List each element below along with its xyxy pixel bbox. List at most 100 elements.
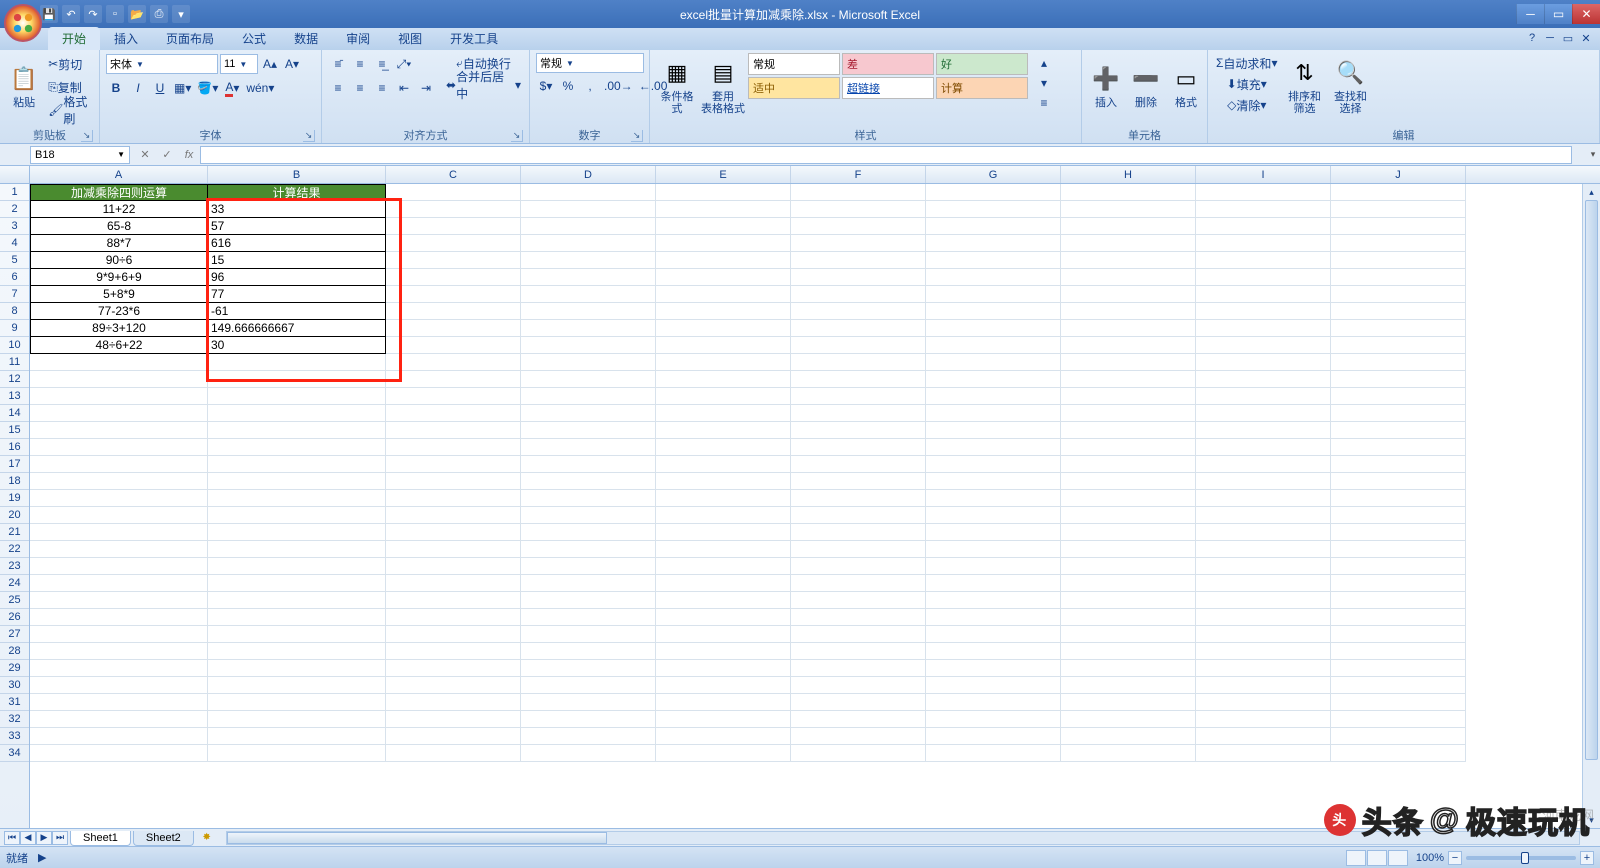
page-layout-view-button[interactable] [1367, 850, 1387, 866]
cell-D26[interactable] [521, 609, 656, 626]
format-cells-button[interactable]: ▭格式 [1168, 53, 1204, 119]
col-header-D[interactable]: D [521, 166, 656, 183]
row-header-30[interactable]: 30 [0, 677, 29, 694]
cell-J29[interactable] [1331, 660, 1466, 677]
cell-A34[interactable] [30, 745, 208, 762]
row-header-16[interactable]: 16 [0, 439, 29, 456]
cell-A29[interactable] [30, 660, 208, 677]
cell-I16[interactable] [1196, 439, 1331, 456]
data-cell-A2[interactable]: 11+22 [30, 201, 208, 218]
cell-A24[interactable] [30, 575, 208, 592]
cells-area[interactable]: 加减乘除四则运算计算结果11+223365-85788*761690÷6159*… [30, 184, 1600, 828]
cell-E2[interactable] [656, 201, 791, 218]
cell-H28[interactable] [1061, 643, 1196, 660]
row-header-8[interactable]: 8 [0, 303, 29, 320]
cell-I15[interactable] [1196, 422, 1331, 439]
cell-A20[interactable] [30, 507, 208, 524]
cell-I6[interactable] [1196, 269, 1331, 286]
header-cell-A[interactable]: 加减乘除四则运算 [30, 184, 208, 201]
cell-J4[interactable] [1331, 235, 1466, 252]
new-sheet-button[interactable]: ✸ [196, 831, 218, 845]
cell-B14[interactable] [208, 405, 386, 422]
cell-F19[interactable] [791, 490, 926, 507]
cell-E15[interactable] [656, 422, 791, 439]
cell-J33[interactable] [1331, 728, 1466, 745]
cell-F2[interactable] [791, 201, 926, 218]
cell-D14[interactable] [521, 405, 656, 422]
cell-B24[interactable] [208, 575, 386, 592]
col-header-J[interactable]: J [1331, 166, 1466, 183]
cell-G1[interactable] [926, 184, 1061, 201]
cell-E17[interactable] [656, 456, 791, 473]
indent-inc-button[interactable]: ⇥ [416, 78, 436, 98]
cell-J10[interactable] [1331, 337, 1466, 354]
cell-H6[interactable] [1061, 269, 1196, 286]
cell-J17[interactable] [1331, 456, 1466, 473]
fill-button[interactable]: ⬇ 填充▾ [1214, 74, 1279, 94]
ribbon-tab-2[interactable]: 页面布局 [152, 27, 228, 50]
cell-C25[interactable] [386, 592, 521, 609]
cell-G8[interactable] [926, 303, 1061, 320]
cell-H17[interactable] [1061, 456, 1196, 473]
cell-style-4[interactable]: 超链接 [842, 77, 934, 99]
row-header-22[interactable]: 22 [0, 541, 29, 558]
cell-D4[interactable] [521, 235, 656, 252]
cell-I10[interactable] [1196, 337, 1331, 354]
cell-C33[interactable] [386, 728, 521, 745]
row-header-7[interactable]: 7 [0, 286, 29, 303]
cell-A23[interactable] [30, 558, 208, 575]
row-header-24[interactable]: 24 [0, 575, 29, 592]
cell-G26[interactable] [926, 609, 1061, 626]
cell-D22[interactable] [521, 541, 656, 558]
cell-E21[interactable] [656, 524, 791, 541]
phonetic-button[interactable]: wén▾ [244, 78, 276, 98]
row-header-12[interactable]: 12 [0, 371, 29, 388]
cell-G19[interactable] [926, 490, 1061, 507]
cell-H13[interactable] [1061, 388, 1196, 405]
cell-H18[interactable] [1061, 473, 1196, 490]
cell-C7[interactable] [386, 286, 521, 303]
cell-C19[interactable] [386, 490, 521, 507]
cell-C12[interactable] [386, 371, 521, 388]
cell-J31[interactable] [1331, 694, 1466, 711]
cell-G9[interactable] [926, 320, 1061, 337]
row-header-19[interactable]: 19 [0, 490, 29, 507]
cell-I32[interactable] [1196, 711, 1331, 728]
cell-J24[interactable] [1331, 575, 1466, 592]
cell-D18[interactable] [521, 473, 656, 490]
cell-A14[interactable] [30, 405, 208, 422]
cell-C10[interactable] [386, 337, 521, 354]
cell-style-2[interactable]: 好 [936, 53, 1028, 75]
paste-button[interactable]: 📋 粘贴 [6, 53, 42, 119]
cell-J7[interactable] [1331, 286, 1466, 303]
select-all-corner[interactable] [0, 166, 30, 183]
cell-J28[interactable] [1331, 643, 1466, 660]
cell-J15[interactable] [1331, 422, 1466, 439]
cell-E11[interactable] [656, 354, 791, 371]
cell-I14[interactable] [1196, 405, 1331, 422]
cell-F30[interactable] [791, 677, 926, 694]
cell-F29[interactable] [791, 660, 926, 677]
styles-more-icon[interactable]: ≡ [1034, 93, 1054, 113]
cell-A21[interactable] [30, 524, 208, 541]
row-header-27[interactable]: 27 [0, 626, 29, 643]
align-left-button[interactable]: ≡ [328, 78, 348, 98]
cell-G31[interactable] [926, 694, 1061, 711]
cell-D3[interactable] [521, 218, 656, 235]
ribbon-tab-6[interactable]: 视图 [384, 27, 436, 50]
office-button[interactable] [4, 4, 42, 42]
cell-H34[interactable] [1061, 745, 1196, 762]
cell-H5[interactable] [1061, 252, 1196, 269]
cell-G30[interactable] [926, 677, 1061, 694]
cell-E13[interactable] [656, 388, 791, 405]
cell-G4[interactable] [926, 235, 1061, 252]
cell-F20[interactable] [791, 507, 926, 524]
data-cell-B5[interactable]: 15 [208, 252, 386, 269]
row-header-4[interactable]: 4 [0, 235, 29, 252]
cell-A25[interactable] [30, 592, 208, 609]
minimize-button[interactable]: ─ [1516, 4, 1544, 24]
cell-F13[interactable] [791, 388, 926, 405]
cell-G32[interactable] [926, 711, 1061, 728]
cell-B22[interactable] [208, 541, 386, 558]
cell-F11[interactable] [791, 354, 926, 371]
